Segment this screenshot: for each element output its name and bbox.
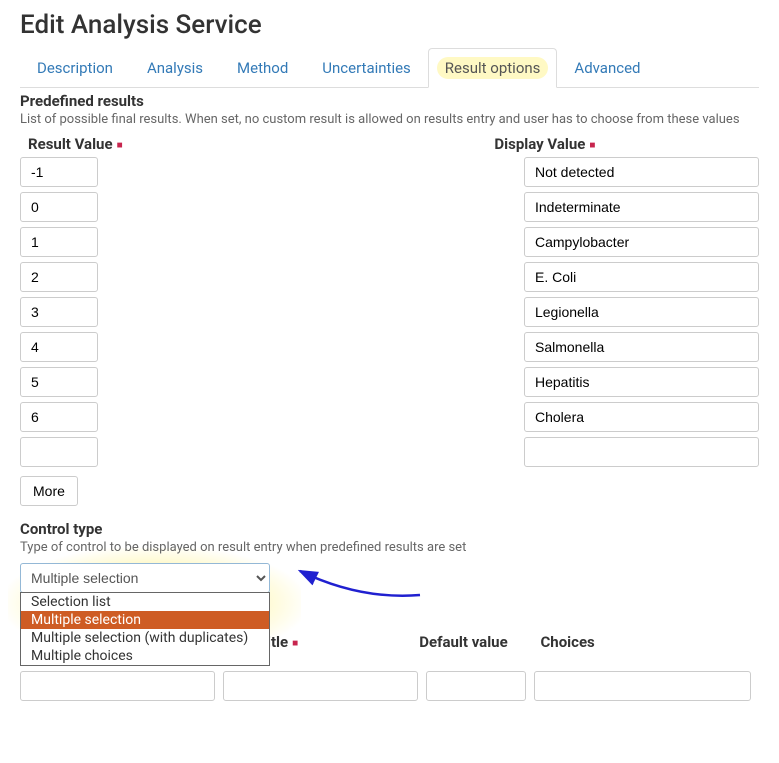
option-multiple-selection-duplicates[interactable]: Multiple selection (with duplicates) <box>21 629 269 647</box>
choices-header: Choices <box>540 633 749 651</box>
predefined-results-help: List of possible final results. When set… <box>20 112 759 127</box>
result-value-input[interactable] <box>20 402 98 432</box>
result-value-input[interactable] <box>20 192 98 222</box>
tab-result-options[interactable]: Result options <box>428 48 558 88</box>
choices-input[interactable] <box>534 671 751 701</box>
control-type-select[interactable]: Multiple selection <box>20 563 270 593</box>
display-value-input[interactable] <box>524 332 759 362</box>
result-value-header: Result Value■ <box>24 135 494 153</box>
page-title: Edit Analysis Service <box>20 10 759 40</box>
tab-method[interactable]: Method <box>220 48 305 88</box>
display-value-header: Display Value■ <box>494 135 759 153</box>
display-value-input[interactable] <box>524 192 759 222</box>
display-value-input[interactable] <box>524 402 759 432</box>
result-value-input[interactable] <box>20 262 98 292</box>
display-value-input[interactable] <box>524 297 759 327</box>
result-value-input[interactable] <box>20 297 98 327</box>
control-type-dropdown: Selection list Multiple selection Multip… <box>20 592 270 666</box>
option-multiple-choices[interactable]: Multiple choices <box>21 647 269 665</box>
display-value-input[interactable] <box>524 227 759 257</box>
more-button[interactable]: More <box>20 476 78 506</box>
control-type-label: Control type <box>20 520 759 538</box>
annotation-arrow-icon <box>290 555 430 605</box>
required-dot-icon: ■ <box>589 140 595 151</box>
display-value-input[interactable] <box>524 367 759 397</box>
predefined-results-rows <box>20 157 759 472</box>
result-value-input[interactable] <box>20 332 98 362</box>
required-dot-icon: ■ <box>117 140 123 151</box>
display-value-input[interactable] <box>524 262 759 292</box>
display-value-input[interactable] <box>524 437 759 467</box>
result-value-input[interactable] <box>20 367 98 397</box>
tab-description[interactable]: Description <box>20 48 130 88</box>
predefined-results-label: Predefined results <box>20 92 759 110</box>
result-value-input[interactable] <box>20 437 98 467</box>
tab-analysis[interactable]: Analysis <box>130 48 220 88</box>
required-dot-icon: ■ <box>292 638 298 649</box>
result-value-input[interactable] <box>20 157 98 187</box>
default-value-input[interactable] <box>426 671 526 701</box>
option-multiple-selection[interactable]: Multiple selection <box>21 611 269 629</box>
field-title-input[interactable] <box>223 671 418 701</box>
display-value-input[interactable] <box>524 157 759 187</box>
default-value-header: Default value <box>419 633 530 651</box>
tabs-nav: Description Analysis Method Uncertaintie… <box>20 48 759 88</box>
control-type-help: Type of control to be displayed on resul… <box>20 540 759 555</box>
tab-advanced[interactable]: Advanced <box>557 48 657 88</box>
result-value-input[interactable] <box>20 227 98 257</box>
option-selection-list[interactable]: Selection list <box>21 593 269 611</box>
keyword-input[interactable] <box>20 671 215 701</box>
tab-uncertainties[interactable]: Uncertainties <box>305 48 428 88</box>
